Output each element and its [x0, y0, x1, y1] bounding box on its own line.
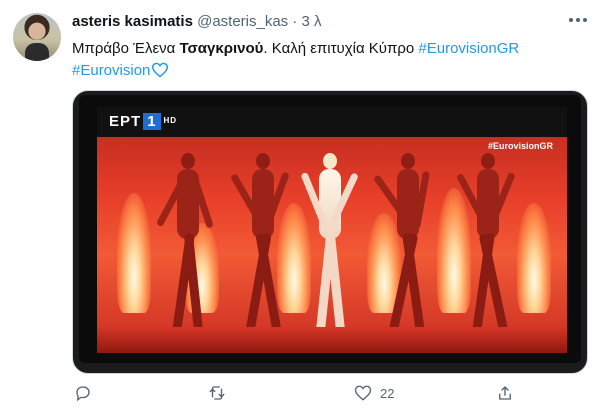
retweet-button[interactable] — [208, 384, 234, 402]
screen-hashtag-overlay: #EurovisionGR — [487, 141, 553, 151]
more-icon[interactable] — [566, 12, 590, 28]
separator-dot: · — [292, 13, 298, 30]
tweet-text: Μπράβο Έλενα Τσαγκρινού. Καλή επιτυχία Κ… — [72, 38, 582, 85]
author-name[interactable]: asteris kasimatis — [72, 13, 193, 30]
share-icon — [499, 386, 511, 400]
like-button[interactable]: 22 — [354, 384, 394, 402]
timestamp[interactable]: 3 λ — [302, 13, 322, 30]
channel-logo: ΕΡΤ 1 HD — [109, 113, 177, 130]
text-part: . Καλή επιτυχία Κύπρο — [263, 40, 419, 57]
hashtag-link[interactable]: #EurovisionGR — [418, 40, 519, 57]
author-handle[interactable]: @asteris_kas — [197, 13, 288, 30]
reply-icon — [76, 386, 90, 402]
avatar[interactable] — [13, 13, 61, 61]
stage-floor — [97, 327, 567, 353]
like-icon — [354, 385, 372, 401]
tweet-card[interactable]: asteris kasimatis @asteris_kas · 3 λ Μπρ… — [0, 0, 600, 412]
stage-flame — [437, 188, 471, 313]
broadcast-bar: ΕΡΤ 1 HD — [97, 107, 567, 137]
channel-number: 1 — [143, 113, 161, 130]
text-bold-name: Τσαγκρινού — [179, 40, 264, 57]
dancer-figure — [455, 153, 516, 334]
tv-screen: ΕΡΤ 1 HD #EurovisionGR — [97, 107, 567, 353]
like-count: 22 — [380, 385, 395, 401]
retweet-icon — [209, 386, 225, 400]
reply-button[interactable] — [74, 384, 100, 402]
channel-name: ΕΡΤ — [109, 113, 142, 130]
blue-heart-icon — [151, 62, 169, 85]
share-button[interactable] — [496, 384, 522, 402]
tweet-header: asteris kasimatis @asteris_kas · 3 λ — [72, 13, 322, 30]
tv-frame: ΕΡΤ 1 HD #EurovisionGR — [79, 95, 581, 363]
dancer-figure — [372, 153, 430, 334]
stage-flame — [517, 203, 551, 313]
stage-flame — [117, 193, 151, 313]
stage-flame — [277, 203, 311, 313]
singer-figure — [300, 153, 359, 334]
hashtag-link[interactable]: #Eurovision — [72, 62, 150, 79]
dancer-figure — [229, 153, 290, 334]
text-part: Μπράβο Έλενα — [72, 40, 180, 57]
hd-badge: HD — [163, 116, 178, 125]
dancer-figure — [155, 153, 214, 334]
tweet-actions: 22 — [72, 380, 582, 408]
tweet-media-photo[interactable]: ΕΡΤ 1 HD #EurovisionGR — [72, 90, 588, 374]
